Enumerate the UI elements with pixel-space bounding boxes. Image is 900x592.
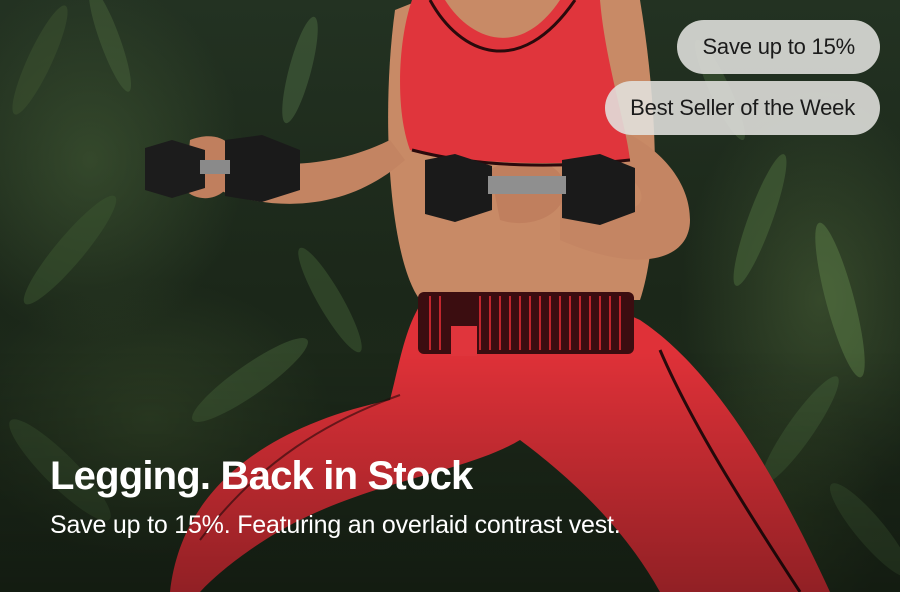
badge-group: Save up to 15% Best Seller of the Week	[605, 20, 880, 135]
hero-caption: Legging. Back in Stock Save up to 15%. F…	[50, 452, 621, 540]
waistband	[418, 292, 634, 354]
promo-hero-banner[interactable]: Save up to 15% Best Seller of the Week L…	[0, 0, 900, 592]
hero-title[interactable]: Legging. Back in Stock	[50, 452, 620, 500]
hero-subtitle: Save up to 15%. Featuring an overlaid co…	[50, 511, 621, 539]
best-seller-badge: Best Seller of the Week	[605, 81, 880, 135]
discount-badge: Save up to 15%	[677, 20, 880, 74]
